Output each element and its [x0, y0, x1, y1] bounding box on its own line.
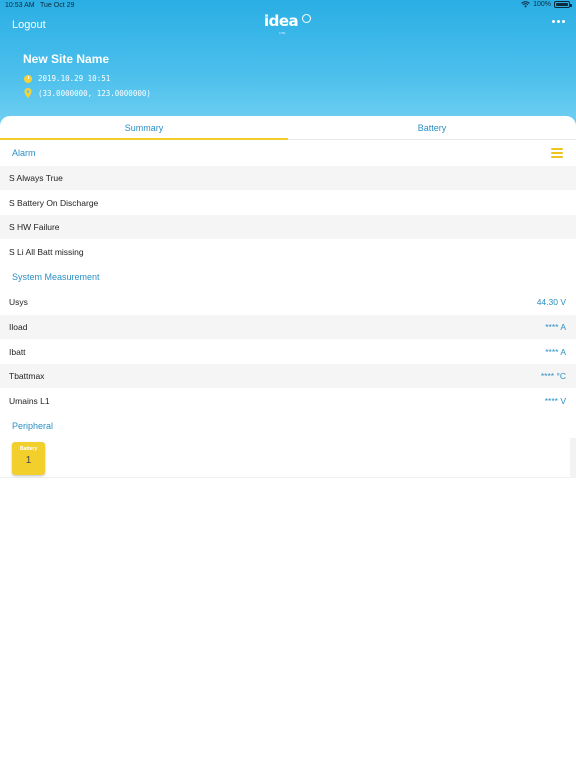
peripheral-section-title: Peripheral: [12, 421, 54, 431]
status-bar: 10:53 AM Tue Oct 29 100%: [0, 0, 576, 12]
menu-icon[interactable]: [551, 148, 563, 158]
battery-status-icon: [554, 1, 572, 8]
clock-icon: [24, 74, 32, 83]
site-name: New Site Name: [23, 52, 110, 66]
alarm-label: S Always True: [9, 173, 63, 183]
logo-lock-icon: [302, 14, 311, 23]
measurement-value: **** V: [544, 396, 566, 406]
tab-battery[interactable]: Battery: [288, 116, 576, 140]
status-right: 100%: [521, 1, 572, 8]
peripheral-scrollbar[interactable]: [570, 438, 576, 478]
alarm-label: S Battery On Discharge: [9, 198, 99, 208]
measurement-row: Tbattmax **** °C: [0, 364, 576, 388]
measurement-label: Umains L1: [9, 396, 50, 406]
alarm-label: S Li All Batt missing: [9, 247, 84, 257]
measurement-section-title: System Measurement: [12, 272, 100, 282]
measurement-label: Ibatt: [9, 347, 26, 357]
measurement-row: Umains L1 **** V: [0, 389, 576, 413]
alarm-label: S HW Failure: [9, 222, 60, 232]
measurement-label: Iload: [9, 322, 28, 332]
logout-button[interactable]: Logout: [12, 19, 46, 31]
alarm-row[interactable]: S Li All Batt missing: [0, 240, 576, 264]
measurement-row: Usys 44.30 V: [0, 290, 576, 314]
site-datetime-row: 2019.10.29 10:51: [24, 74, 110, 83]
measurement-value: **** A: [545, 347, 566, 357]
measurement-label: Tbattmax: [9, 371, 45, 381]
measurement-label: Usys: [9, 297, 28, 307]
logo-text: idea: [264, 12, 299, 30]
status-date: Tue Oct 29: [40, 2, 75, 9]
alarm-row[interactable]: S Always True: [0, 166, 576, 190]
more-options-icon[interactable]: [552, 20, 565, 23]
alarm-row[interactable]: S HW Failure: [0, 215, 576, 239]
alarm-section-title: Alarm: [12, 148, 36, 158]
peripheral-tile-battery[interactable]: Battery 1: [12, 442, 45, 475]
site-datetime: 2019.10.29 10:51: [38, 74, 111, 83]
site-coordinates: (33.0000000, 123.0000000): [38, 88, 151, 98]
peripheral-list: Battery 1: [0, 434, 576, 478]
status-time: 10:53 AM: [5, 2, 35, 9]
measurement-row: Iload **** A: [0, 315, 576, 339]
app-logo: idea LITE: [264, 12, 314, 36]
location-pin-icon: [24, 88, 32, 98]
measurement-row: Ibatt **** A: [0, 340, 576, 364]
app-header: 10:53 AM Tue Oct 29 100% Logout idea LIT…: [0, 0, 576, 134]
battery-percent: 100%: [533, 1, 551, 8]
peripheral-tile-count: 1: [25, 455, 32, 466]
measurement-value: **** A: [545, 322, 566, 332]
measurement-value: 44.30 V: [536, 297, 566, 307]
measurement-value: **** °C: [540, 371, 566, 381]
content-card: Summary Battery Alarm S Always True S Ba…: [0, 116, 576, 768]
tab-bar: Summary Battery: [0, 116, 576, 140]
alarm-row[interactable]: S Battery On Discharge: [0, 191, 576, 215]
peripheral-tile-label: Battery: [19, 446, 38, 452]
site-coordinates-row: (33.0000000, 123.0000000): [24, 88, 151, 98]
wifi-icon: [521, 1, 530, 8]
tab-summary[interactable]: Summary: [0, 116, 288, 140]
logo-subtitle: LITE: [279, 31, 286, 35]
